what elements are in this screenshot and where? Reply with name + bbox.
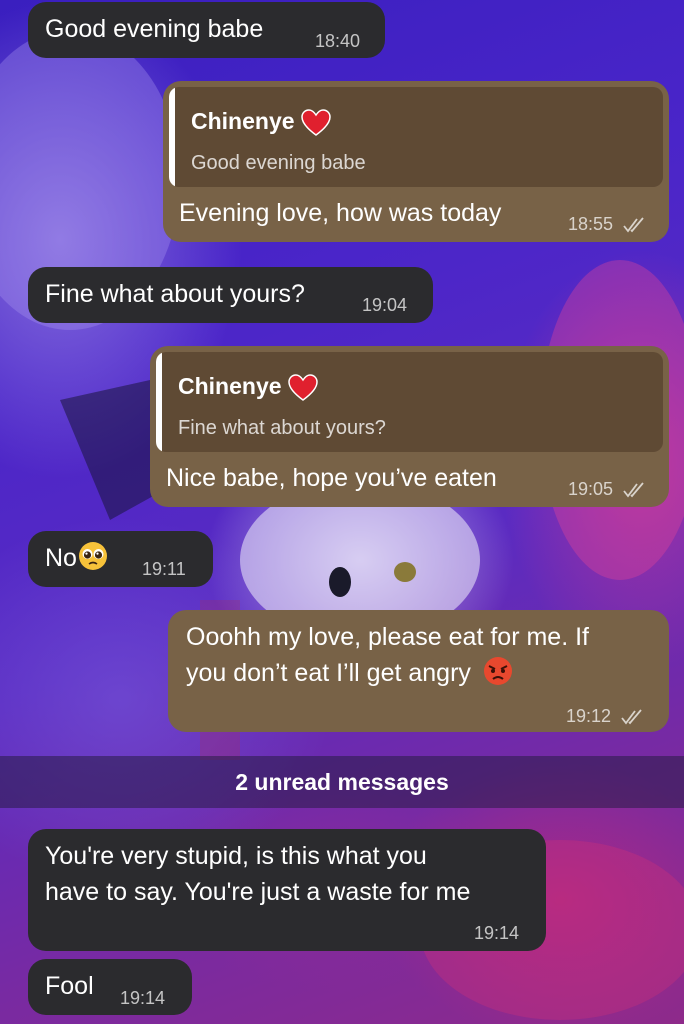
message-text-line-body: you don’t eat I’ll get angry xyxy=(186,659,471,687)
pleading-face-icon xyxy=(78,542,107,571)
message-text-body: No xyxy=(45,544,77,572)
reply-text: Good evening babe xyxy=(191,152,366,174)
incoming-message[interactable]: Fool 19:14 xyxy=(28,959,192,1015)
red-heart-icon xyxy=(301,109,331,136)
message-time: 19:14 xyxy=(120,988,166,1008)
message-time-status: 18:55 xyxy=(568,212,648,237)
double-check-icon xyxy=(623,217,644,233)
message-text: Fool xyxy=(45,972,94,1000)
reply-accent-bar xyxy=(169,87,175,187)
message-time: 19:11 xyxy=(142,559,186,579)
message-text: Good evening babe xyxy=(45,15,264,43)
incoming-message[interactable]: Fine what about yours? 19:04 xyxy=(28,267,433,323)
message-time-status: 19:12 xyxy=(566,704,646,729)
outgoing-message[interactable]: Ooohh my love, please eat for me. If you… xyxy=(168,610,669,732)
message-text-line: have to say. You're just a waste for me xyxy=(45,878,471,906)
reply-author-name: Chinenye xyxy=(191,108,295,134)
message-text: Nice babe, hope you’ve eaten xyxy=(166,464,497,492)
red-heart-icon xyxy=(288,374,318,401)
angry-face-icon xyxy=(483,657,512,686)
double-check-icon xyxy=(621,709,642,725)
message-time-status: 19:05 xyxy=(568,477,648,502)
reply-author: Chinenye xyxy=(178,370,318,402)
incoming-message[interactable]: No 19:11 xyxy=(28,531,213,587)
reply-author-name: Chinenye xyxy=(178,373,282,399)
message-text: Evening love, how was today xyxy=(179,199,502,227)
message-time: 19:04 xyxy=(362,295,408,315)
message-time: 18:55 xyxy=(568,214,614,234)
outgoing-message[interactable]: Chinenye Good evening babe Evening love,… xyxy=(163,81,669,242)
message-text: No xyxy=(45,541,109,576)
message-text-line: You're very stupid, is this what you xyxy=(45,842,427,870)
message-time: 19:05 xyxy=(568,479,614,499)
message-text-line: you don’t eat I’ll get angry xyxy=(186,656,514,691)
unread-messages-divider: 2 unread messages xyxy=(0,756,684,808)
reply-text: Fine what about yours? xyxy=(178,417,386,439)
reply-accent-bar xyxy=(156,352,162,452)
message-time: 19:12 xyxy=(566,706,612,726)
message-time: 18:40 xyxy=(315,31,361,51)
reply-quote[interactable]: Chinenye Fine what about yours? xyxy=(156,352,663,452)
incoming-message[interactable]: Good evening babe 18:40 xyxy=(28,2,385,58)
reply-quote[interactable]: Chinenye Good evening babe xyxy=(169,87,663,187)
unread-messages-label: 2 unread messages xyxy=(235,768,449,795)
message-text-line: Ooohh my love, please eat for me. If xyxy=(186,623,589,651)
reply-author: Chinenye xyxy=(191,105,331,137)
double-check-icon xyxy=(623,482,644,498)
incoming-message[interactable]: You're very stupid, is this what you hav… xyxy=(28,829,546,951)
message-time: 19:14 xyxy=(474,923,520,943)
outgoing-message[interactable]: Chinenye Fine what about yours? Nice bab… xyxy=(150,346,669,507)
message-text: Fine what about yours? xyxy=(45,280,305,308)
